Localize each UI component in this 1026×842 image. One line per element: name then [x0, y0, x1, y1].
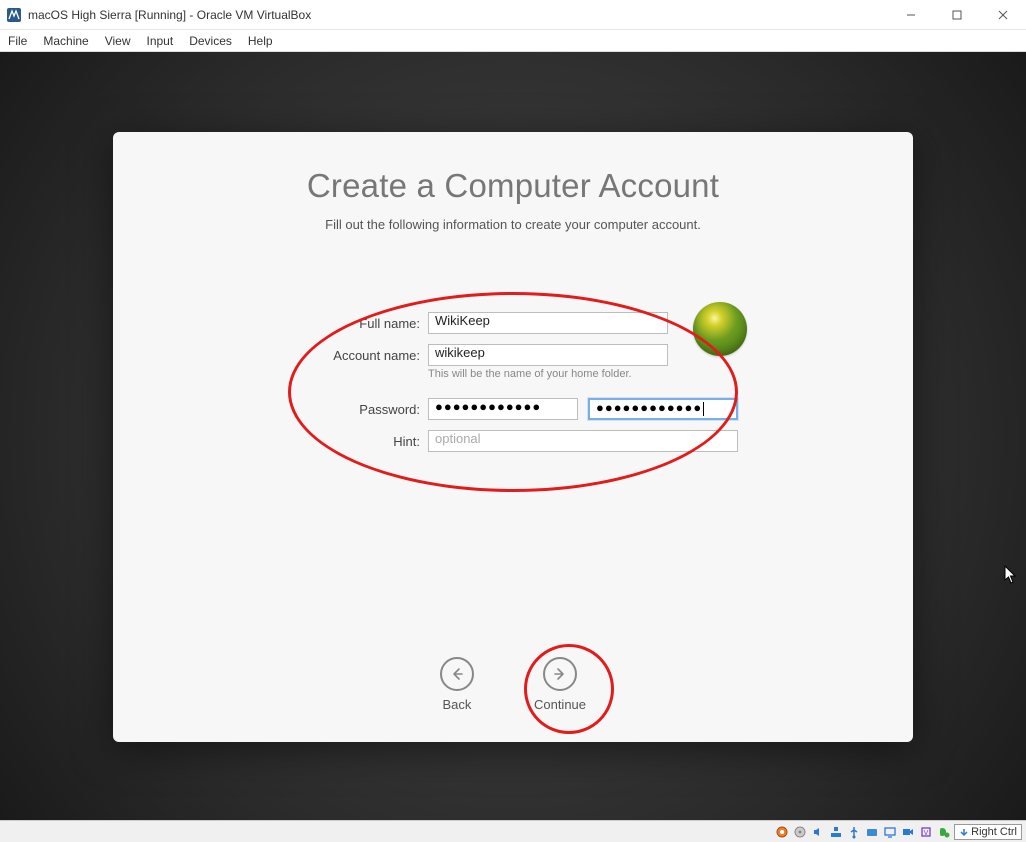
optical-drive-icon[interactable]	[792, 824, 808, 840]
shared-folders-icon[interactable]	[864, 824, 880, 840]
nav-buttons: Back Continue	[113, 657, 913, 712]
setup-assistant-window: Create a Computer Account Fill out the f…	[113, 132, 913, 742]
menubar: File Machine View Input Devices Help	[0, 30, 1026, 52]
window-controls	[888, 0, 1026, 30]
continue-button[interactable]: Continue	[534, 657, 586, 712]
hint-label: Hint:	[163, 434, 428, 449]
virtualization-icon[interactable]: V	[918, 824, 934, 840]
back-button[interactable]: Back	[440, 657, 474, 712]
menu-view[interactable]: View	[105, 34, 131, 48]
vm-display[interactable]: Create a Computer Account Fill out the f…	[0, 52, 1026, 820]
fullname-input[interactable]: WikiKeep	[428, 312, 668, 334]
maximize-button[interactable]	[934, 0, 980, 30]
recording-icon[interactable]	[900, 824, 916, 840]
user-avatar[interactable]	[693, 302, 747, 356]
network-icon[interactable]	[828, 824, 844, 840]
hint-input[interactable]: optional	[428, 430, 738, 452]
arrow-right-icon	[543, 657, 577, 691]
virtualbox-icon	[6, 7, 22, 23]
accountname-helper: This will be the name of your home folde…	[428, 368, 632, 380]
page-title: Create a Computer Account	[163, 167, 863, 205]
window-titlebar: macOS High Sierra [Running] - Oracle VM …	[0, 0, 1026, 30]
audio-icon[interactable]	[810, 824, 826, 840]
password-input[interactable]: ●●●●●●●●●●●●	[428, 398, 578, 420]
vm-statusbar: V Right Ctrl	[0, 820, 1026, 842]
close-button[interactable]	[980, 0, 1026, 30]
menu-devices[interactable]: Devices	[189, 34, 232, 48]
arrow-left-icon	[440, 657, 474, 691]
menu-machine[interactable]: Machine	[43, 34, 88, 48]
fullname-label: Full name:	[163, 316, 428, 331]
mouse-integration-icon[interactable]	[936, 824, 952, 840]
display-icon[interactable]	[882, 824, 898, 840]
password-label: Password:	[163, 402, 428, 417]
hard-disk-icon[interactable]	[774, 824, 790, 840]
usb-icon[interactable]	[846, 824, 862, 840]
menu-help[interactable]: Help	[248, 34, 273, 48]
minimize-button[interactable]	[888, 0, 934, 30]
menu-file[interactable]: File	[8, 34, 27, 48]
account-form: Full name: WikiKeep Account name: wikike…	[163, 312, 863, 452]
menu-input[interactable]: Input	[147, 34, 174, 48]
svg-text:V: V	[924, 830, 929, 837]
continue-label: Continue	[534, 697, 586, 712]
accountname-input[interactable]: wikikeep	[428, 344, 668, 366]
accountname-label: Account name:	[163, 348, 428, 363]
back-label: Back	[443, 697, 472, 712]
host-key-indicator[interactable]: Right Ctrl	[954, 824, 1022, 840]
window-title: macOS High Sierra [Running] - Oracle VM …	[28, 8, 311, 22]
password-confirm-input[interactable]: ●●●●●●●●●●●●	[588, 398, 738, 420]
page-subtitle: Fill out the following information to cr…	[163, 217, 863, 232]
